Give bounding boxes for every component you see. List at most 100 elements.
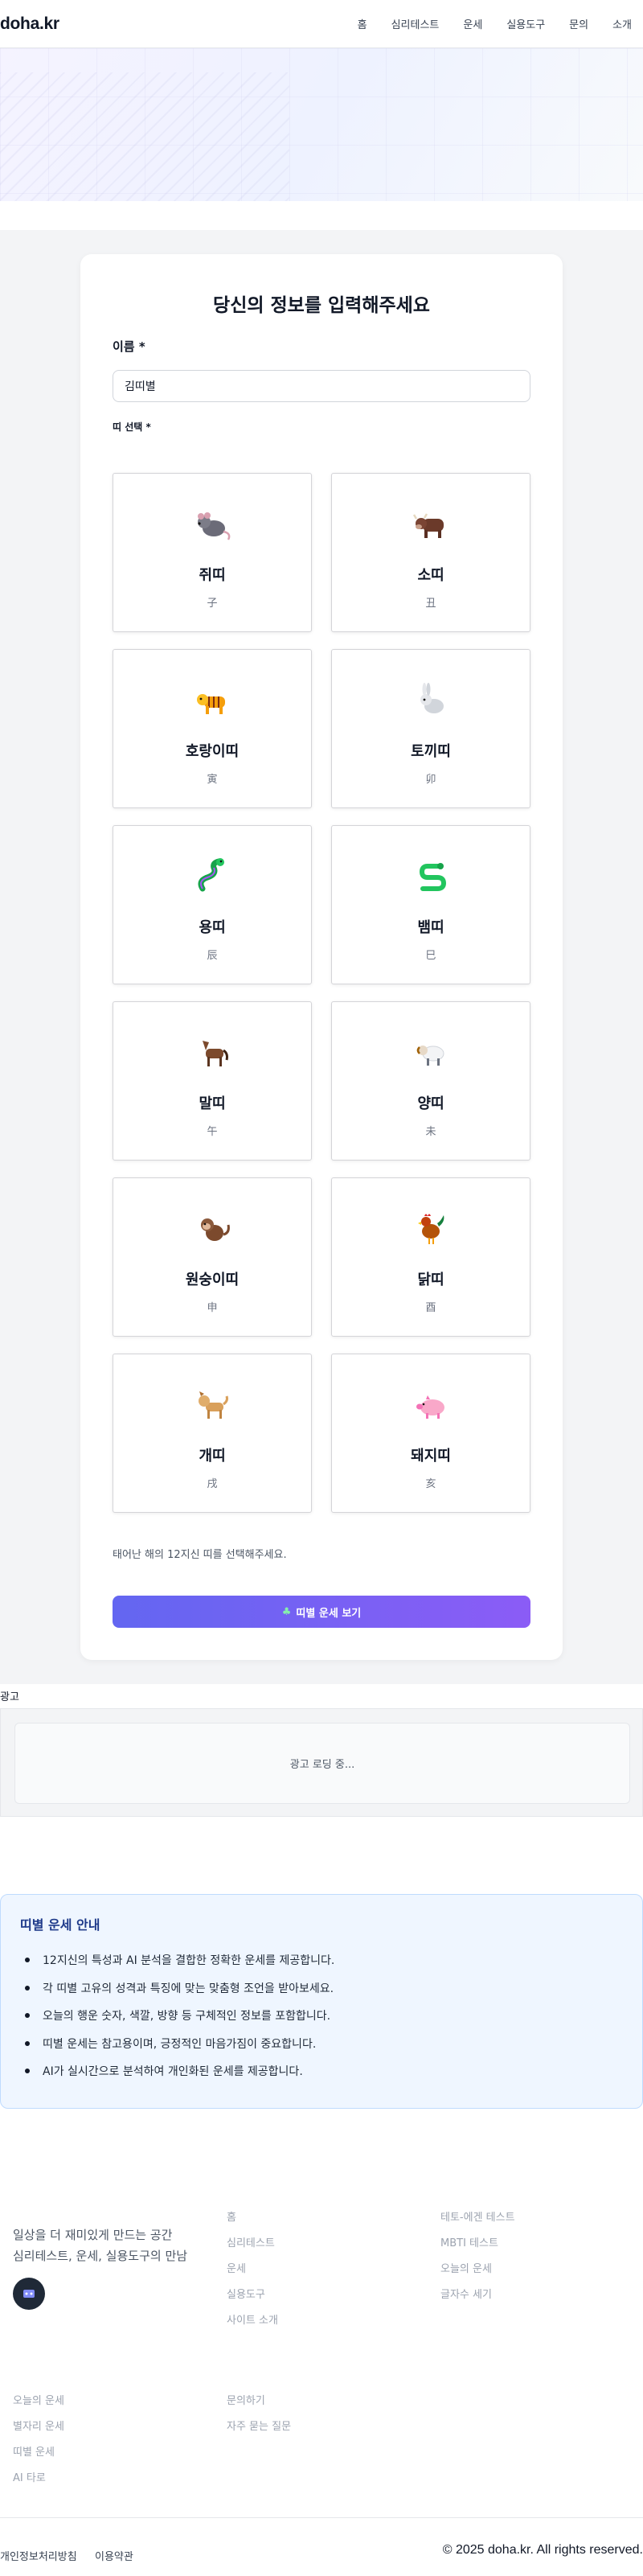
zodiac-hanja: 卯: [425, 774, 436, 786]
zodiac-card-sheep[interactable]: 양띠 未: [331, 1001, 530, 1161]
tiger-icon: [113, 680, 311, 719]
info-title: 띠별 운세 안내: [20, 1917, 100, 1933]
ad-label: 광고: [0, 1691, 19, 1703]
zodiac-hanja: 亥: [425, 1478, 436, 1490]
footer-divider: [0, 2517, 643, 2518]
nav-psychology-test[interactable]: 심리테스트: [391, 16, 440, 31]
ad-placeholder: 광고 로딩 중...: [14, 1723, 630, 1804]
list-item: 12지신의 특성과 AI 분석을 결합한 정확한 운세를 제공합니다.: [20, 1946, 334, 1974]
dog-icon: [113, 1385, 311, 1424]
rat-icon: [113, 504, 311, 543]
ad-loading-text: 광고 로딩 중...: [289, 1759, 355, 1771]
site-header: doha.kr 홈 심리테스트 운세 실용도구 문의 소개: [0, 0, 643, 48]
sheep-icon: [332, 1033, 530, 1071]
footer-link-fortune[interactable]: 운세: [227, 2260, 246, 2275]
show-fortune-label: 띠별 운세 보기: [296, 1607, 362, 1620]
info-list: 12지신의 특성과 AI 분석을 결합한 정확한 운세를 제공합니다. 각 띠별…: [20, 1946, 334, 2085]
show-fortune-button[interactable]: ♣ 띠별 운세 보기: [113, 1596, 530, 1628]
main-nav: 홈 심리테스트 운세 실용도구 문의 소개: [334, 16, 632, 31]
zodiac-name: 용띠: [199, 919, 226, 936]
zodiac-name: 닭띠: [417, 1272, 444, 1288]
ox-icon: [332, 504, 530, 543]
nav-tools[interactable]: 실용도구: [506, 16, 545, 31]
footer-link-teto-egen[interactable]: 테토-에겐 테스트: [440, 2208, 515, 2224]
footer-link-daily-fortune[interactable]: 오늘의 운세: [440, 2260, 492, 2275]
zodiac-label: 띠 선택 *: [113, 421, 151, 433]
footer-link-tools[interactable]: 실용도구: [227, 2286, 265, 2301]
zodiac-card-rabbit[interactable]: 토끼띠 卯: [331, 649, 530, 808]
zodiac-name: 쥐띠: [199, 567, 226, 584]
list-item: 띠별 운세는 참고용이며, 긍정적인 마음가짐이 중요합니다.: [20, 2030, 334, 2058]
footer-link-zodiac-sign[interactable]: 별자리 운세: [13, 2418, 64, 2433]
footer-link-about[interactable]: 사이트 소개: [227, 2311, 278, 2327]
footer-link-contact[interactable]: 문의하기: [227, 2392, 265, 2407]
name-label: 이름 *: [113, 339, 145, 354]
zodiac-name: 소띠: [417, 567, 444, 584]
zodiac-hanja: 酉: [425, 1302, 436, 1314]
input-form-card: 당신의 정보를 입력해주세요 이름 * 띠 선택 * 쥐띠 子 소띠 丑 호랑이…: [80, 254, 563, 1660]
nav-fortune[interactable]: 운세: [463, 16, 482, 31]
terms-link[interactable]: 이용약관: [95, 2548, 133, 2563]
zodiac-name: 돼지띠: [411, 1448, 451, 1465]
footer-tagline-sub: 심리테스트, 운세, 실용도구의 만남: [13, 2249, 188, 2263]
form-title: 당신의 정보를 입력해주세요: [213, 295, 430, 316]
site-logo[interactable]: doha.kr: [0, 14, 59, 34]
zodiac-name: 개띠: [199, 1448, 226, 1465]
zodiac-hanja: 辰: [207, 950, 218, 962]
list-item: 각 띠별 고유의 성격과 특징에 맞는 맞춤형 조언을 받아보세요.: [20, 1974, 334, 2003]
zodiac-hanja: 子: [207, 598, 218, 610]
zodiac-name: 호랑이띠: [185, 743, 240, 760]
footer-link-zodiac-animal[interactable]: 띠별 운세: [13, 2443, 55, 2459]
list-item: AI가 실시간으로 분석하여 개인화된 운세를 제공합니다.: [20, 2057, 334, 2085]
zodiac-card-dog[interactable]: 개띠 戌: [113, 1354, 312, 1513]
dragon-icon: [113, 857, 311, 895]
zodiac-card-tiger[interactable]: 호랑이띠 寅: [113, 649, 312, 808]
nav-contact[interactable]: 문의: [569, 16, 588, 31]
zodiac-card-rat[interactable]: 쥐띠 子: [113, 473, 312, 632]
zodiac-card-ox[interactable]: 소띠 丑: [331, 473, 530, 632]
rabbit-icon: [332, 680, 530, 719]
zodiac-card-monkey[interactable]: 원숭이띠 申: [113, 1177, 312, 1337]
footer-link-char-count[interactable]: 글자수 세기: [440, 2286, 492, 2301]
nav-about[interactable]: 소개: [612, 16, 632, 31]
footer-link-psychology[interactable]: 심리테스트: [227, 2234, 275, 2249]
zodiac-card-snake[interactable]: 뱀띠 巳: [331, 825, 530, 984]
list-item: 오늘의 행운 숫자, 색깔, 방향 등 구체적인 정보를 포함합니다.: [20, 2002, 334, 2030]
copyright: © 2025 doha.kr. All rights reserved.: [442, 2543, 643, 2557]
footer-logo-badge[interactable]: [13, 2278, 45, 2310]
zodiac-hanja: 午: [207, 1126, 218, 1138]
zodiac-name: 뱀띠: [417, 919, 444, 936]
zodiac-hanja: 巳: [425, 950, 436, 962]
footer-link-ai-tarot[interactable]: AI 타로: [13, 2469, 46, 2484]
nav-home[interactable]: 홈: [358, 16, 367, 31]
snake-icon: [332, 857, 530, 895]
footer-link-today-fortune[interactable]: 오늘의 운세: [13, 2392, 64, 2407]
rooster-icon: [332, 1209, 530, 1247]
site-footer: 일상을 더 재미있게 만드는 공간 심리테스트, 운세, 실용도구의 만남 홈 …: [0, 2139, 643, 2576]
clover-icon: ♣: [281, 1605, 292, 1618]
zodiac-hanja: 丑: [425, 598, 436, 610]
footer-link-mbti[interactable]: MBTI 테스트: [440, 2234, 498, 2249]
pig-icon: [332, 1385, 530, 1424]
zodiac-card-rooster[interactable]: 닭띠 酉: [331, 1177, 530, 1337]
ad-container: 광고 로딩 중...: [0, 1708, 643, 1817]
zodiac-name: 말띠: [199, 1095, 226, 1112]
footer-link-home[interactable]: 홈: [227, 2208, 236, 2224]
zodiac-hanja: 申: [207, 1302, 218, 1314]
zodiac-hint: 태어난 해의 12지신 띠를 선택해주세요.: [113, 1549, 287, 1561]
zodiac-name: 원숭이띠: [185, 1272, 240, 1288]
footer-link-faq[interactable]: 자주 묻는 질문: [227, 2418, 291, 2433]
hero-banner: [0, 48, 643, 201]
zodiac-card-pig[interactable]: 돼지띠 亥: [331, 1354, 530, 1513]
privacy-policy-link[interactable]: 개인정보처리방침: [0, 2548, 77, 2563]
zodiac-name: 토끼띠: [411, 743, 451, 760]
zodiac-card-horse[interactable]: 말띠 午: [113, 1001, 312, 1161]
zodiac-hanja: 戌: [207, 1478, 218, 1490]
horse-icon: [113, 1033, 311, 1071]
zodiac-card-dragon[interactable]: 용띠 辰: [113, 825, 312, 984]
name-input[interactable]: [113, 370, 530, 402]
zodiac-name: 양띠: [417, 1095, 444, 1112]
monkey-icon: [113, 1209, 311, 1247]
zodiac-hanja: 未: [425, 1126, 436, 1138]
fortune-info-box: 띠별 운세 안내 12지신의 특성과 AI 분석을 결합한 정확한 운세를 제공…: [0, 1894, 643, 2109]
